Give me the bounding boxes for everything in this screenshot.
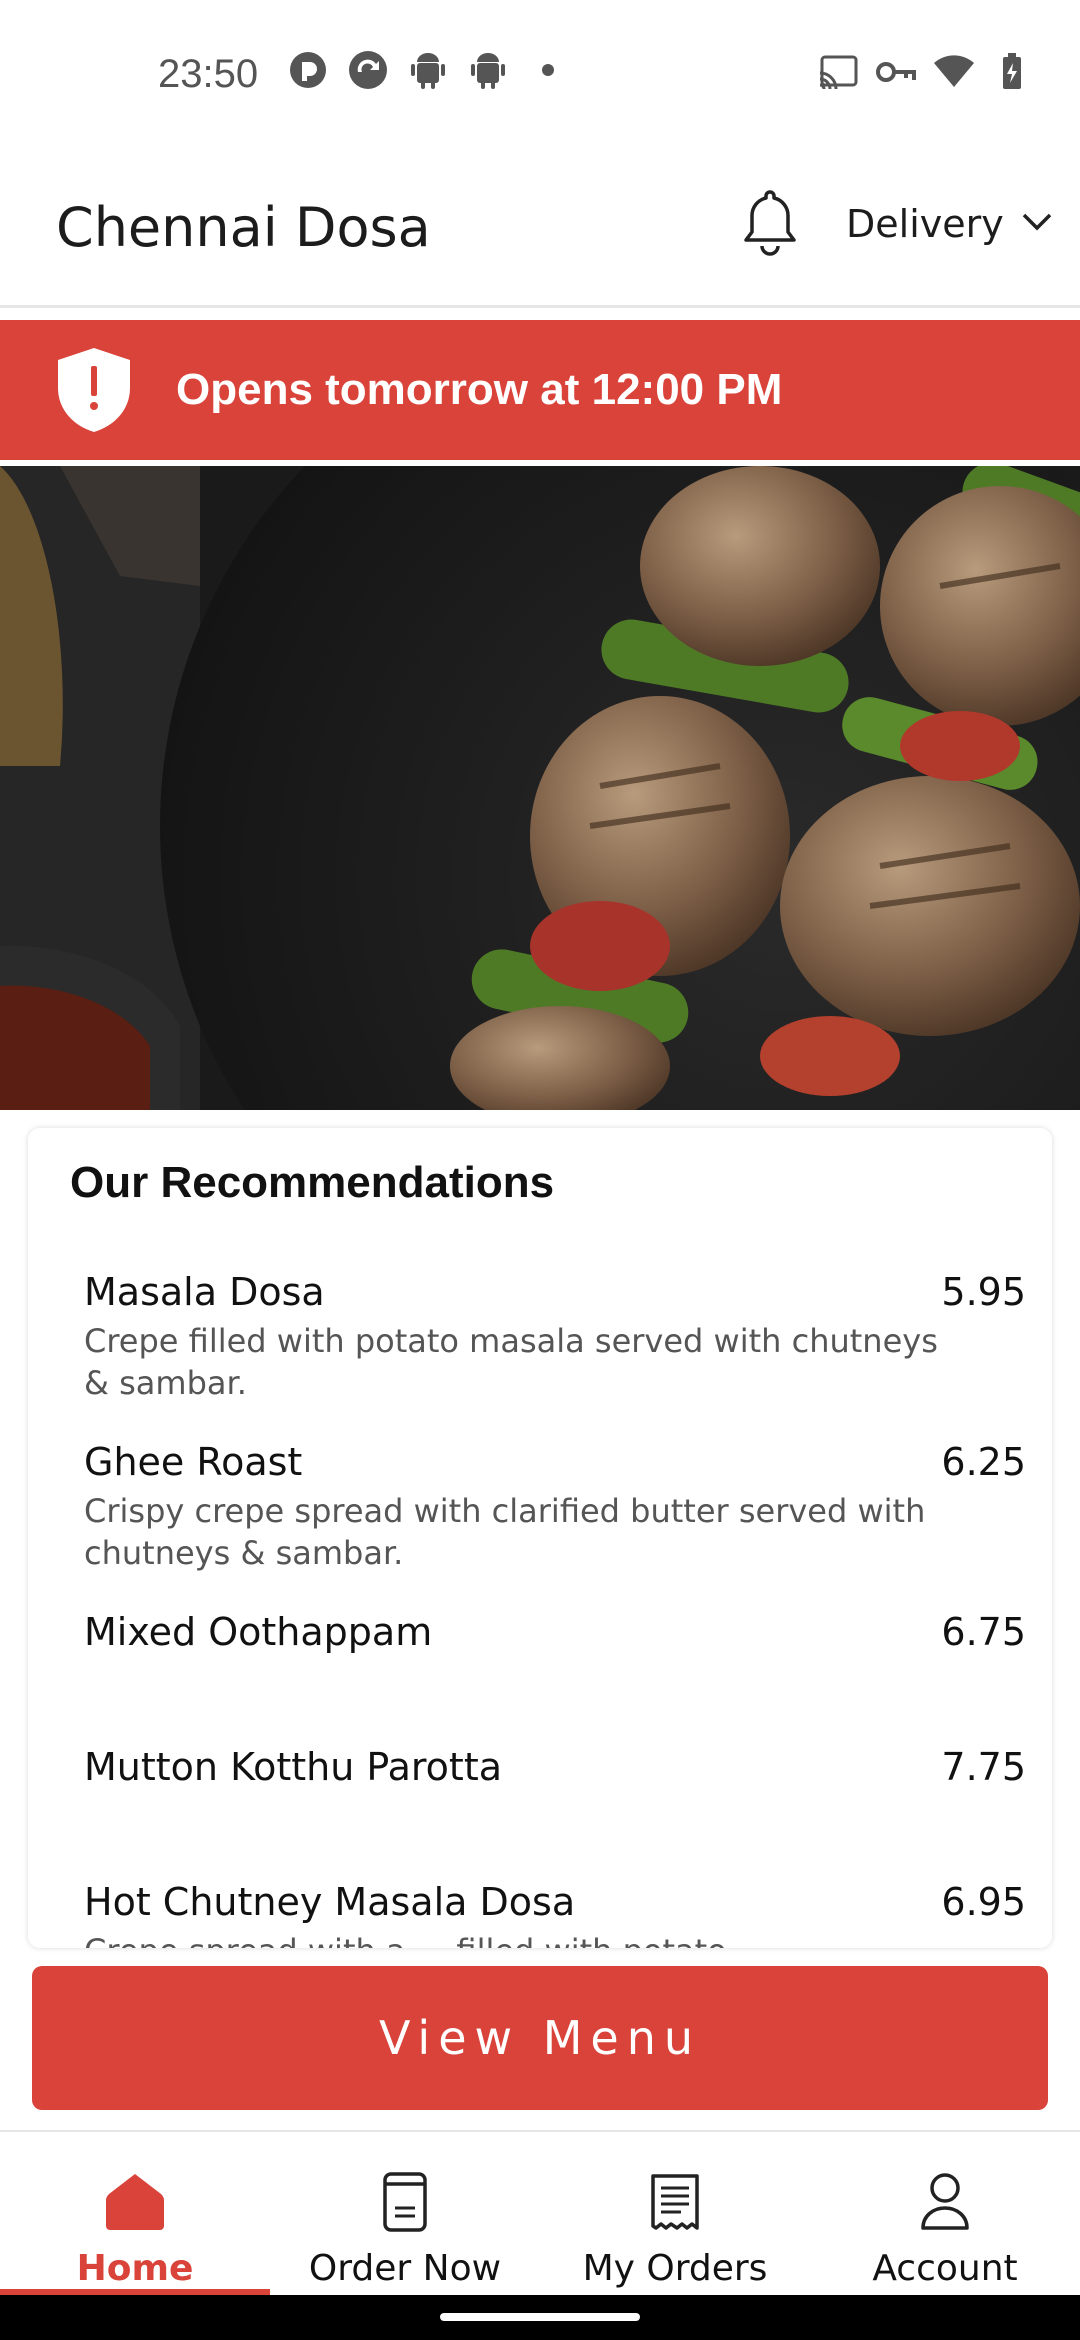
- list-item[interactable]: Mixed Oothappam 6.75: [84, 1610, 1026, 1745]
- sync-app-icon: [348, 50, 388, 90]
- restaurant-title: Chennai Dosa: [56, 196, 431, 259]
- item-name: Mutton Kotthu Parotta: [84, 1745, 503, 1789]
- app-header: Chennai Dosa Delivery: [0, 150, 1080, 308]
- list-item[interactable]: Ghee Roast 6.25 Crispy crepe spread with…: [84, 1440, 1026, 1610]
- banner-text: Opens tomorrow at 12:00 PM: [176, 365, 783, 414]
- bell-icon[interactable]: [738, 186, 802, 258]
- view-menu-button[interactable]: View Menu: [32, 1966, 1048, 2110]
- android-icon: [468, 50, 508, 90]
- chevron-down-icon: [1022, 212, 1052, 237]
- nav-order-now[interactable]: Order Now: [270, 2132, 540, 2297]
- recommendations-card: Our Recommendations Masala Dosa 5.95 Cre…: [28, 1128, 1052, 1948]
- item-description: Crepe spread with a ... filled with pota…: [84, 1930, 964, 1948]
- item-name: Ghee Roast: [84, 1440, 303, 1484]
- receipt-icon: [643, 2170, 707, 2234]
- dot-icon: [528, 50, 568, 90]
- recommendations-list: Masala Dosa 5.95 Crepe filled with potat…: [84, 1270, 1026, 1948]
- item-price: 6.25: [941, 1440, 1026, 1484]
- vpn-key-icon: [876, 52, 916, 92]
- shield-alert-icon: [56, 346, 132, 434]
- nav-home[interactable]: Home: [0, 2132, 270, 2297]
- status-bar: 23:50: [0, 0, 1080, 150]
- recommendations-title: Our Recommendations: [70, 1158, 555, 1207]
- nav-label: My Orders: [582, 2248, 768, 2289]
- home-gesture-pill[interactable]: [440, 2313, 640, 2321]
- list-item[interactable]: Masala Dosa 5.95 Crepe filled with potat…: [84, 1270, 1026, 1440]
- battery-charging-icon: [992, 52, 1032, 92]
- delivery-mode-selector[interactable]: Delivery: [846, 202, 1052, 246]
- order-book-icon: [373, 2170, 437, 2234]
- person-icon: [913, 2170, 977, 2234]
- home-icon: [103, 2170, 167, 2234]
- pocket-casts-icon: [288, 50, 328, 90]
- cast-icon: [818, 52, 858, 92]
- android-icon: [408, 50, 448, 90]
- item-name: Hot Chutney Masala Dosa: [84, 1880, 576, 1924]
- delivery-label: Delivery: [846, 202, 1004, 246]
- list-item[interactable]: Hot Chutney Masala Dosa 6.95 Crepe sprea…: [84, 1880, 1026, 1948]
- item-name: Mixed Oothappam: [84, 1610, 433, 1654]
- item-price: 7.75: [941, 1745, 1026, 1789]
- item-price: 5.95: [941, 1270, 1026, 1314]
- nav-label: Home: [76, 2248, 194, 2289]
- system-navigation-bar: [0, 2295, 1080, 2340]
- status-time: 23:50: [158, 52, 259, 96]
- notification-icons: [288, 50, 568, 90]
- nav-label: Order Now: [308, 2248, 502, 2289]
- nav-my-orders[interactable]: My Orders: [540, 2132, 810, 2297]
- wifi-icon: [934, 52, 974, 92]
- item-name: Masala Dosa: [84, 1270, 325, 1314]
- item-price: 6.75: [941, 1610, 1026, 1654]
- closed-alert-banner: Opens tomorrow at 12:00 PM: [0, 320, 1080, 460]
- item-description: Crispy crepe spread with clarified butte…: [84, 1492, 926, 1572]
- item-description: Crepe filled with potato masala served w…: [84, 1322, 938, 1402]
- item-price: 6.95: [941, 1880, 1026, 1924]
- nav-label: Account: [872, 2248, 1018, 2289]
- list-item[interactable]: Mutton Kotthu Parotta 7.75: [84, 1745, 1026, 1880]
- system-icons: [818, 52, 1032, 92]
- bottom-navigation: Home Order Now My Orders Account: [0, 2130, 1080, 2297]
- hero-food-image: [0, 466, 1080, 1110]
- nav-account[interactable]: Account: [810, 2132, 1080, 2297]
